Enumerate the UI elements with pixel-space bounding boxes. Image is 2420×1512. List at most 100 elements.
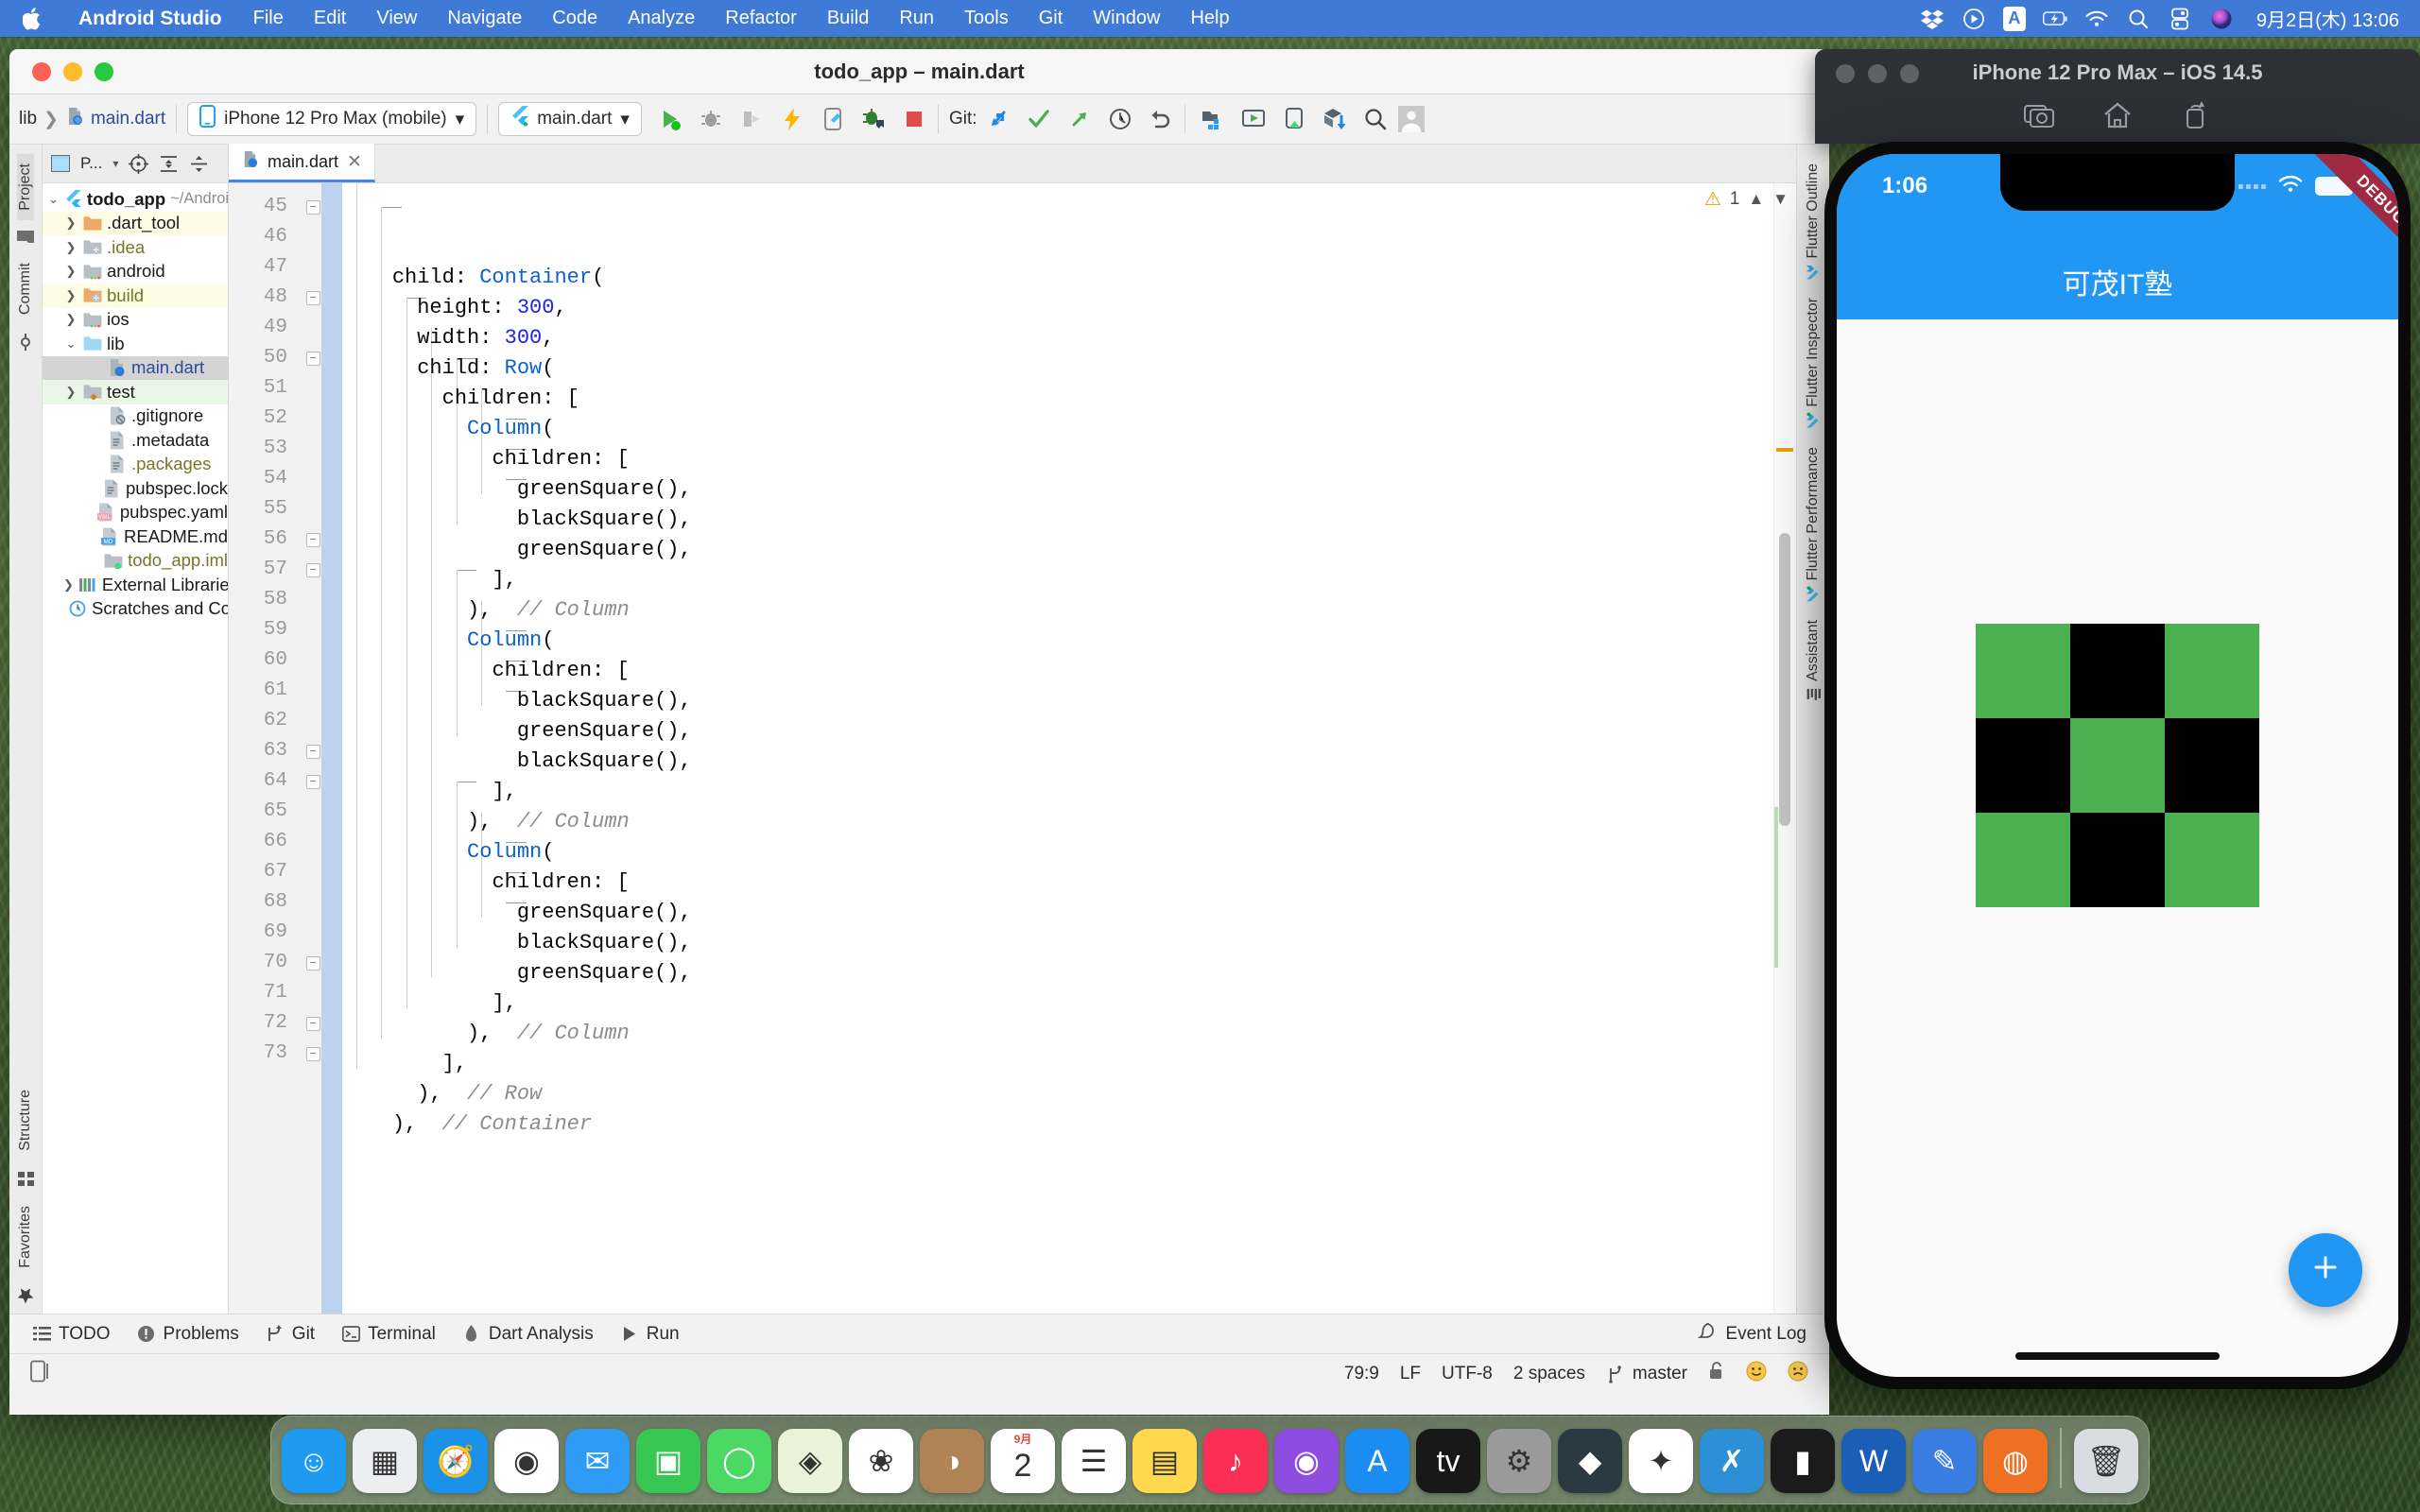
sidebar-item-structure[interactable]: Structure	[17, 1080, 34, 1160]
sidebar-item-project[interactable]: Project	[17, 154, 34, 220]
bottom-item-terminal[interactable]: Terminal	[341, 1324, 436, 1345]
close-window-button[interactable]	[32, 61, 51, 81]
dock-reminders-icon[interactable]: ☰	[1062, 1429, 1126, 1493]
fold-toggle-icon[interactable]: −	[304, 343, 321, 373]
tree-item-main-dart[interactable]: main.dart	[43, 355, 228, 380]
menu-analyze[interactable]: Analyze	[613, 8, 710, 29]
tree-item-lib[interactable]: ⌄ lib	[43, 332, 228, 356]
code-editor[interactable]: 45 46 47 48 49 50 51 52 53 54 55 56 57 58 59 60 61 62 63 64…	[229, 183, 1796, 1314]
fold-toggle-icon[interactable]: −	[304, 1039, 321, 1069]
update-project-icon[interactable]	[985, 106, 1011, 132]
apple-logo-icon[interactable]	[0, 7, 62, 31]
dock-appstore-icon[interactable]: A	[1345, 1429, 1409, 1493]
collapse-all-icon[interactable]	[189, 154, 209, 174]
bottom-item-git[interactable]: Git	[266, 1324, 315, 1345]
home-icon[interactable]	[2100, 98, 2135, 132]
structure-rail-icon-slot[interactable]	[17, 1160, 34, 1196]
dock-simulator-icon[interactable]: ▮	[1771, 1429, 1835, 1493]
fold-toggle-icon[interactable]: −	[304, 192, 321, 222]
tree-item-ios[interactable]: ❯ ios	[43, 308, 228, 333]
chevron-right-icon[interactable]: ❯	[63, 240, 78, 255]
device-selector[interactable]: iPhone 12 Pro Max (mobile) ▾	[187, 102, 477, 136]
tree-item-pubspec-lock[interactable]: pubspec.lock	[43, 476, 228, 501]
tab-main-dart[interactable]: main.dart ✕	[229, 144, 375, 182]
hot-reload-icon[interactable]	[779, 106, 805, 132]
unlocked-icon[interactable]	[1708, 1362, 1725, 1386]
menu-tools[interactable]: Tools	[949, 8, 1024, 29]
fold-toggle-icon[interactable]: −	[304, 736, 321, 766]
floating-action-button[interactable]	[2289, 1233, 2362, 1307]
menu-view[interactable]: View	[361, 8, 432, 29]
chevron-down-icon[interactable]: ⌄	[48, 192, 59, 207]
flutter-device-icon[interactable]	[820, 106, 846, 132]
chevron-down-icon[interactable]: ⌄	[63, 336, 78, 352]
fold-toggle-icon[interactable]: −	[304, 1008, 321, 1039]
history-icon[interactable]	[1107, 106, 1133, 132]
file-encoding[interactable]: UTF-8	[1442, 1364, 1493, 1384]
minimize-window-button[interactable]	[63, 61, 82, 81]
dock-slack-icon[interactable]: ✦	[1629, 1429, 1693, 1493]
project-rail-icon-slot[interactable]	[17, 220, 34, 253]
push-icon[interactable]	[1066, 106, 1093, 132]
dock-safari-icon[interactable]: 🧭	[424, 1429, 488, 1493]
tree-item-readme-md[interactable]: MD README.md	[43, 524, 228, 549]
tree-item-todo-app[interactable]: ⌄ todo_app ~/Androi	[43, 187, 228, 212]
menu-run[interactable]: Run	[884, 8, 949, 29]
sidebar-item-commit[interactable]: Commit	[17, 253, 34, 324]
tree-item-pubspec-yaml[interactable]: YML pubspec.yaml	[43, 501, 228, 525]
git-branch-widget[interactable]: master	[1606, 1364, 1687, 1384]
debug-icon[interactable]	[698, 106, 724, 132]
dock-vscode-icon[interactable]: ✗	[1700, 1429, 1764, 1493]
tree-item-dart-tool[interactable]: ❯ .dart_tool	[43, 211, 228, 235]
stop-icon[interactable]	[901, 106, 927, 132]
bottom-item-dart-analysis[interactable]: Dart Analysis	[462, 1324, 594, 1345]
search-icon[interactable]	[2126, 7, 2151, 31]
scrollbar-thumb[interactable]	[1779, 533, 1790, 826]
dock-contacts-icon[interactable]: ◑	[920, 1429, 984, 1493]
editor-gutter[interactable]: 45 46 47 48 49 50 51 52 53 54 55 56 57 58 59 60 61 62 63 64…	[229, 183, 342, 1314]
rollback-icon[interactable]	[1148, 106, 1174, 132]
dock-mail-icon[interactable]: ✉	[565, 1429, 630, 1493]
project-structure-icon[interactable]	[1200, 106, 1226, 132]
tree-item-metadata[interactable]: .metadata	[43, 428, 228, 453]
line-separator[interactable]: LF	[1400, 1364, 1421, 1384]
menu-build[interactable]: Build	[812, 8, 884, 29]
close-icon[interactable]: ✕	[347, 151, 362, 173]
device-frame-icon[interactable]	[30, 1360, 51, 1388]
gradle-sync-icon[interactable]	[1322, 106, 1348, 132]
run-coverage-icon[interactable]	[738, 106, 765, 132]
chevron-right-icon[interactable]: ❯	[63, 264, 78, 279]
chevron-up-icon[interactable]: ▲	[1748, 190, 1764, 209]
happy-face-icon[interactable]	[1746, 1361, 1767, 1387]
fold-toggle-icon[interactable]: −	[304, 555, 321, 585]
avd-manager-icon[interactable]	[1240, 106, 1267, 132]
breadcrumb-lib[interactable]: lib	[19, 109, 37, 129]
menubar-app-name[interactable]: Android Studio	[62, 8, 238, 30]
sidebar-item-favorites[interactable]: Favorites	[17, 1196, 34, 1278]
sdk-manager-icon[interactable]	[1281, 106, 1307, 132]
caret-position[interactable]: 79:9	[1344, 1364, 1379, 1384]
dock-photos-icon[interactable]: ❀	[849, 1429, 913, 1493]
siri-icon[interactable]	[2209, 7, 2234, 31]
tree-item-packages[interactable]: .packages	[43, 453, 228, 477]
battery-charging-icon[interactable]	[2042, 7, 2067, 31]
menu-window[interactable]: Window	[1078, 8, 1175, 29]
dock-launchpad-icon[interactable]: ▦	[353, 1429, 417, 1493]
attach-debugger-icon[interactable]	[860, 106, 887, 132]
dock-android-studio-icon[interactable]: ◆	[1558, 1429, 1622, 1493]
dock-trash-icon[interactable]: 🗑	[2074, 1429, 2138, 1493]
search-everywhere-icon[interactable]	[1362, 106, 1389, 132]
play-circle-icon[interactable]	[1962, 7, 1986, 31]
dock-finder-icon[interactable]: ☺	[282, 1429, 346, 1493]
run-configuration-selector[interactable]: main.dart ▾	[498, 102, 642, 136]
event-log-button[interactable]: Event Log	[1697, 1322, 1806, 1347]
dock-podcasts-icon[interactable]: ◉	[1274, 1429, 1339, 1493]
tree-item-external-libraries[interactable]: ❯ External Libraries	[43, 573, 228, 597]
tree-item-test[interactable]: ❯ test	[43, 380, 228, 404]
chevron-right-icon[interactable]: ❯	[63, 385, 78, 400]
menu-edit[interactable]: Edit	[299, 8, 361, 29]
fold-toggle-icon[interactable]: −	[304, 948, 321, 978]
input-source-icon[interactable]: A	[2002, 6, 2026, 31]
avatar[interactable]	[1397, 106, 1425, 132]
tree-item-android[interactable]: ❯ android	[43, 260, 228, 284]
